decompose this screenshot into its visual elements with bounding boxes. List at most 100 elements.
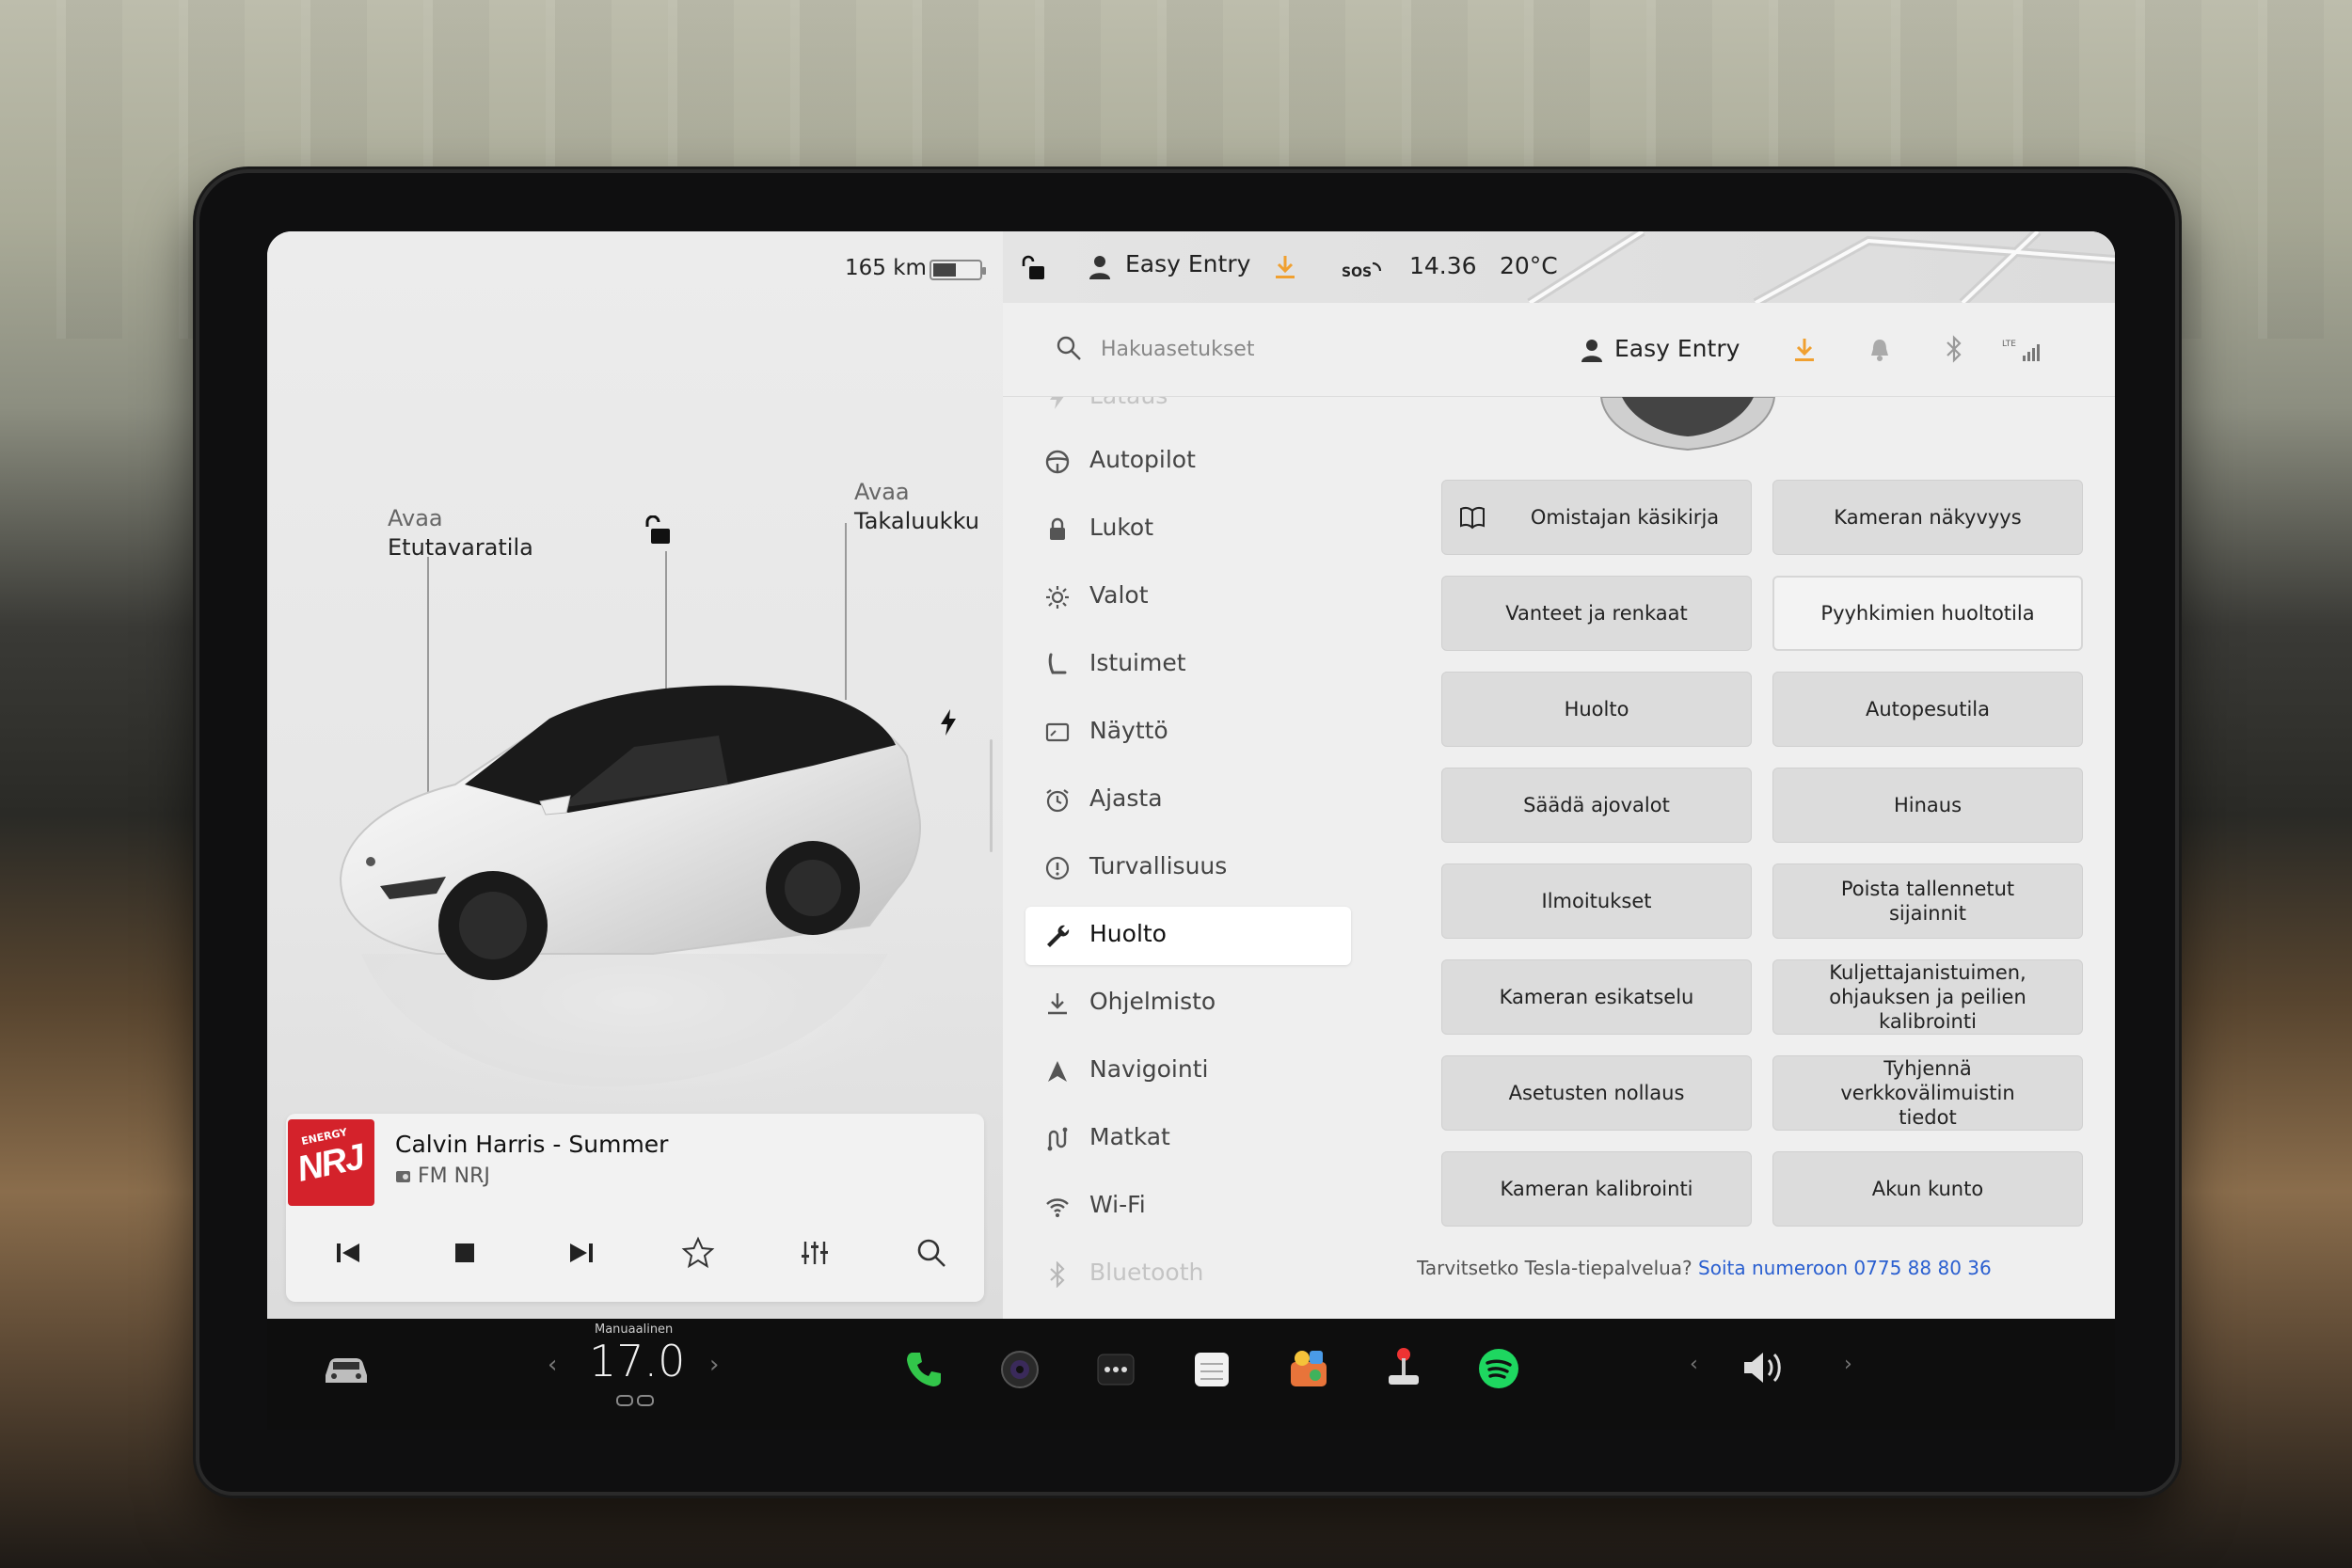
car-model-image <box>324 685 945 1114</box>
stop-icon[interactable] <box>446 1234 484 1272</box>
frunk-label-line1: Avaa <box>388 505 443 531</box>
navigation-arrow-icon <box>1048 1061 1067 1082</box>
temp-up-chevron-icon[interactable]: › <box>709 1351 719 1379</box>
map-background <box>1527 231 2115 303</box>
charge-indicator-line <box>990 739 993 852</box>
alarm-clock-icon <box>1046 789 1069 813</box>
status-bar: Easy Entry SOS 14.36 20°C <box>1003 231 2115 303</box>
nav-item-bluetooth[interactable]: Bluetooth <box>1025 1245 1351 1304</box>
nav-item-matkat[interactable]: Matkat <box>1025 1110 1351 1168</box>
station-logo: ENERGY NRJ <box>288 1119 374 1206</box>
open-frunk-button[interactable]: Avaa Etutavaratila <box>388 504 533 562</box>
camera-icon[interactable] <box>999 1349 1041 1390</box>
touchscreen: 165 km Avaa Etutavaratila Avaa Takaluukk… <box>267 231 2115 1319</box>
driver-profile-icon[interactable] <box>1088 254 1112 280</box>
tile-saada-ajovalot[interactable]: Säädä ajovalot <box>1441 768 1752 843</box>
tile-poista-tallennetut-sijainnit[interactable]: Poista tallennetut sijainnit <box>1772 863 2083 939</box>
climate-mode-label: Manuaalinen <box>595 1323 674 1337</box>
toybox-icon[interactable] <box>1287 1347 1330 1390</box>
favorite-star-icon[interactable] <box>679 1234 717 1272</box>
temp-down-chevron-icon[interactable]: ‹ <box>548 1351 557 1379</box>
calendar-icon[interactable] <box>1191 1349 1232 1390</box>
nav-item-ohjelmisto[interactable]: Ohjelmisto <box>1025 974 1351 1033</box>
tile-akun-kunto[interactable]: Akun kunto <box>1772 1151 2083 1227</box>
outside-temperature: 20°C <box>1500 252 1558 279</box>
nav-item-wifi[interactable]: Wi-Fi <box>1025 1178 1351 1236</box>
battery-icon <box>930 260 986 280</box>
tile-omistajan-kasikirja[interactable]: Omistajan käsikirja <box>1441 480 1752 555</box>
car-icon[interactable] <box>322 1351 371 1388</box>
radio-icon <box>396 1171 410 1182</box>
tile-vanteet-ja-renkaat[interactable]: Vanteet ja renkaat <box>1441 576 1752 651</box>
settings-search-input[interactable] <box>1088 327 1614 371</box>
bluetooth-icon <box>1050 1261 1065 1288</box>
tile-kameran-nakyvyys[interactable]: Kameran näkyvyys <box>1772 480 2083 555</box>
volume-down-chevron-icon[interactable]: ‹ <box>1690 1353 1698 1376</box>
tile-tyhjenna-verkkovalimuisti[interactable]: Tyhjennä verkkovälimuistin tiedot <box>1772 1055 2083 1131</box>
nav-item-lataus[interactable]: Lataus <box>1025 397 1351 427</box>
settings-panel: Easy Entry SOS 14.36 20°C Easy Entry <box>1003 231 2115 1319</box>
nav-item-navigointi[interactable]: Navigointi <box>1025 1042 1351 1101</box>
trips-icon <box>1047 1127 1068 1151</box>
lock-icon <box>1050 517 1065 540</box>
unlock-icon[interactable] <box>645 515 675 546</box>
wifi-icon <box>1046 1198 1069 1217</box>
search-icon[interactable] <box>913 1234 950 1272</box>
tile-kameran-esikatselu[interactable]: Kameran esikatselu <box>1441 959 1752 1035</box>
tile-asetusten-nollaus[interactable]: Asetusten nollaus <box>1441 1055 1752 1131</box>
tile-kalibrointi[interactable]: Kuljettajanistuimen, ohjauksen ja peilie… <box>1772 959 2083 1035</box>
tile-huolto[interactable]: Huolto <box>1441 672 1752 747</box>
service-content: Omistajan käsikirja Kameran näkyvyys Van… <box>1417 397 2115 1319</box>
climate-temperature[interactable]: 17.0 <box>589 1336 685 1386</box>
tile-hinaus[interactable]: Hinaus <box>1772 768 2083 843</box>
equalizer-icon[interactable] <box>796 1234 834 1272</box>
steering-wheel-icon <box>1045 450 1070 474</box>
volume-icon[interactable] <box>1740 1347 1788 1388</box>
nav-item-naytto[interactable]: Näyttö <box>1025 704 1351 762</box>
svg-text:SOS: SOS <box>1342 265 1372 280</box>
nav-item-turvallisuus[interactable]: Turvallisuus <box>1025 839 1351 897</box>
nav-item-huolto[interactable]: Huolto <box>1025 907 1351 965</box>
nav-item-lukot[interactable]: Lukot <box>1025 500 1351 559</box>
next-track-icon[interactable] <box>563 1234 600 1272</box>
sos-icon[interactable]: SOS <box>1342 256 1383 280</box>
notification-bell-icon[interactable] <box>1868 337 1891 363</box>
tile-autopesutila[interactable]: Autopesutila <box>1772 672 2083 747</box>
trunk-label-line2: Takaluukku <box>854 508 979 534</box>
roadside-assistance-text: Tarvitsetko Tesla-tiepalvelua? Soita num… <box>1417 1257 1992 1279</box>
tile-pyyhkimien-huoltotila[interactable]: Pyyhkimien huoltotila <box>1772 576 2083 651</box>
display-icon <box>1045 722 1070 742</box>
driver-profile-icon[interactable] <box>1581 339 1603 363</box>
tile-kameran-kalibrointi[interactable]: Kameran kalibrointi <box>1441 1151 1752 1227</box>
range-readout: 165 km <box>845 256 927 280</box>
spotify-icon[interactable] <box>1477 1347 1520 1390</box>
software-update-icon[interactable] <box>1274 254 1296 280</box>
previous-track-icon[interactable] <box>329 1234 367 1272</box>
phone-icon[interactable] <box>903 1349 945 1390</box>
trunk-label-line1: Avaa <box>854 479 910 505</box>
tile-ilmoitukset[interactable]: Ilmoitukset <box>1441 863 1752 939</box>
seat-heater-icon[interactable] <box>615 1392 657 1409</box>
charging-icon <box>1050 397 1064 409</box>
download-icon <box>1048 993 1067 1015</box>
nav-item-valot[interactable]: Valot <box>1025 568 1351 626</box>
software-update-icon[interactable] <box>1793 337 1816 363</box>
nav-item-autopilot[interactable]: Autopilot <box>1025 433 1351 491</box>
svg-text:LTE: LTE <box>2002 340 2016 349</box>
open-trunk-button[interactable]: Avaa Takaluukku <box>854 478 979 536</box>
bluetooth-icon[interactable] <box>1944 335 1964 363</box>
driver-profile-name[interactable]: Easy Entry <box>1125 250 1250 277</box>
nav-item-ajasta[interactable]: Ajasta <box>1025 771 1351 830</box>
more-apps-icon[interactable] <box>1095 1349 1136 1390</box>
driver-profile-name[interactable]: Easy Entry <box>1614 335 1740 362</box>
nav-item-istuimet[interactable]: Istuimet <box>1025 636 1351 694</box>
media-controls <box>286 1212 984 1302</box>
volume-up-chevron-icon[interactable]: › <box>1844 1353 1852 1376</box>
roadside-phone-link[interactable]: Soita numeroon 0775 88 80 36 <box>1698 1257 1992 1279</box>
arcade-joystick-icon[interactable] <box>1383 1345 1424 1390</box>
settings-header: Easy Entry LTE <box>1003 303 2115 397</box>
seat-icon <box>1048 653 1067 674</box>
clock: 14.36 <box>1409 252 1477 279</box>
search-icon <box>1057 336 1081 360</box>
lock-status-icon[interactable] <box>1020 254 1048 282</box>
